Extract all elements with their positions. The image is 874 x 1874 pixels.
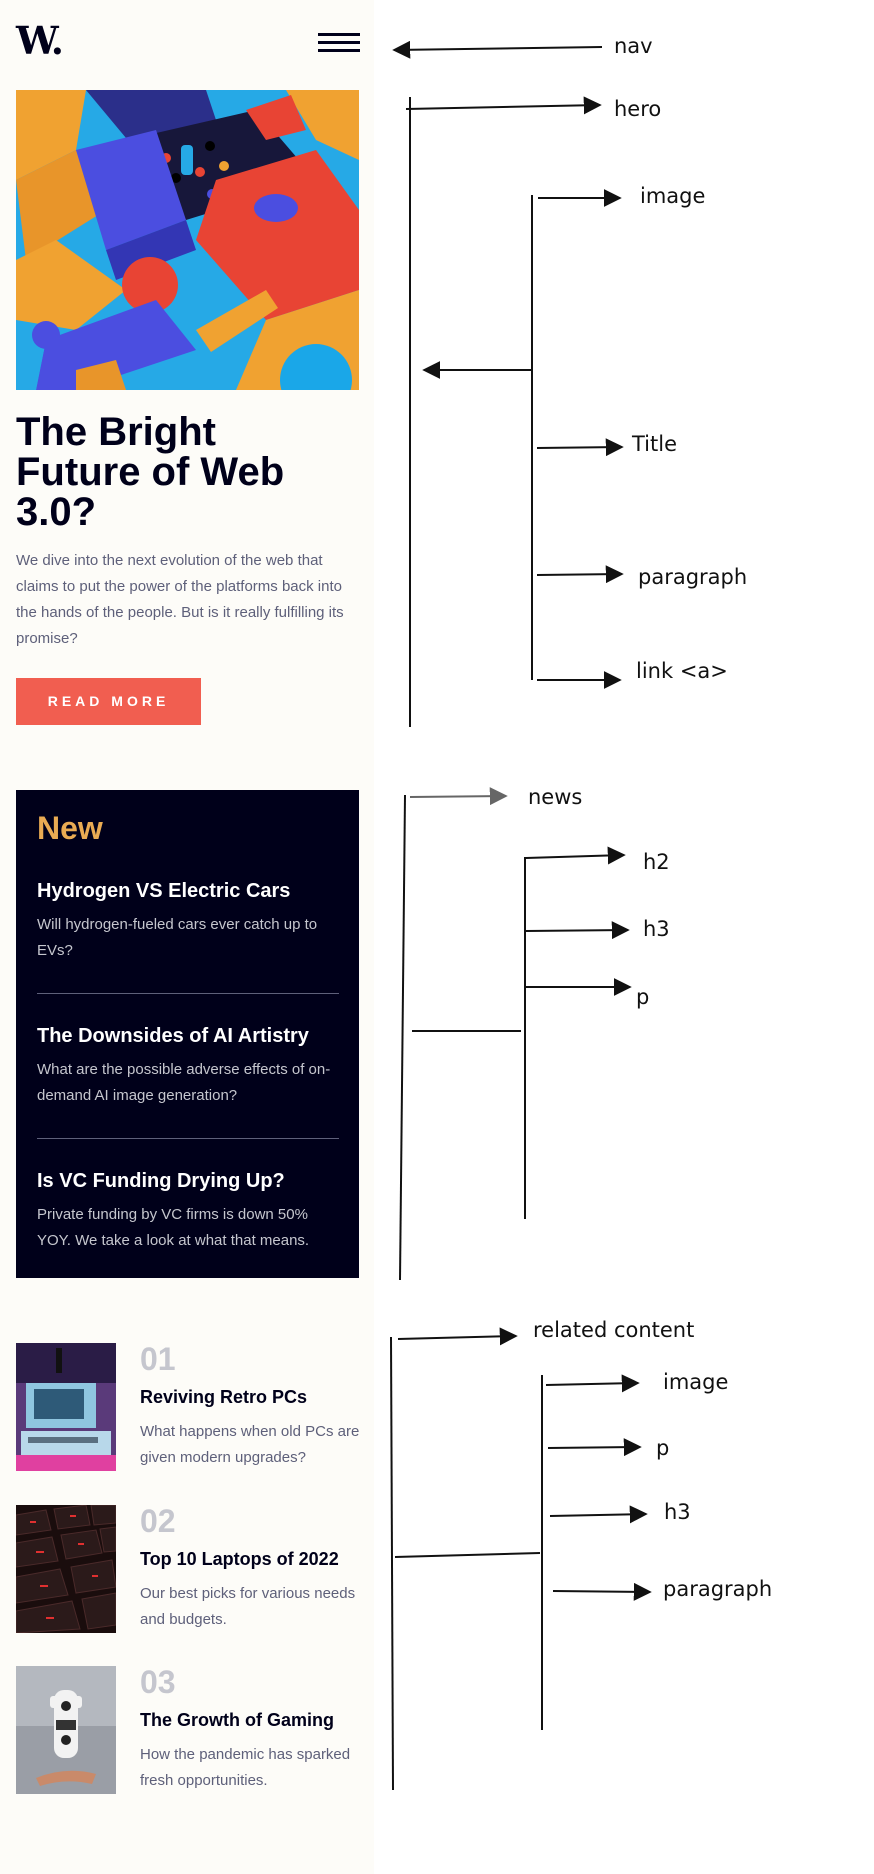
hero-paragraph-arrow: [536, 565, 624, 584]
nav-arrow: [392, 40, 603, 59]
related-children-link: [394, 1552, 541, 1558]
label-hero-title: Title: [632, 432, 678, 456]
news-h2-arrow: [525, 846, 626, 865]
label-hero-paragraph: paragraph: [638, 565, 748, 589]
label-related-p: p: [656, 1436, 670, 1460]
hero-arrow: [405, 96, 602, 115]
label-hero-image: image: [640, 184, 706, 208]
related-paragraph-arrow: [552, 1582, 652, 1601]
news-arrow: [409, 787, 508, 806]
related-p-arrow: [547, 1438, 642, 1457]
hero-title-arrow: [536, 438, 624, 457]
label-related: related content: [533, 1318, 695, 1342]
label-related-h3: h3: [664, 1500, 691, 1524]
label-nav: nav: [614, 34, 653, 58]
related-image-arrow: [545, 1374, 640, 1393]
label-related-image: image: [663, 1370, 729, 1394]
label-hero-link: link <a>: [636, 659, 728, 683]
label-news-h3: h3: [643, 917, 670, 941]
news-bracket: [399, 794, 406, 1281]
related-h3-arrow: [549, 1505, 648, 1524]
label-news: news: [528, 785, 583, 809]
label-news-h2: h2: [643, 850, 670, 874]
label-hero: hero: [614, 97, 662, 121]
news-h3-arrow: [525, 921, 630, 940]
label-news-p: p: [636, 985, 650, 1009]
label-related-paragraph: paragraph: [663, 1577, 773, 1601]
related-bracket: [390, 1336, 394, 1791]
related-arrow: [397, 1327, 518, 1346]
